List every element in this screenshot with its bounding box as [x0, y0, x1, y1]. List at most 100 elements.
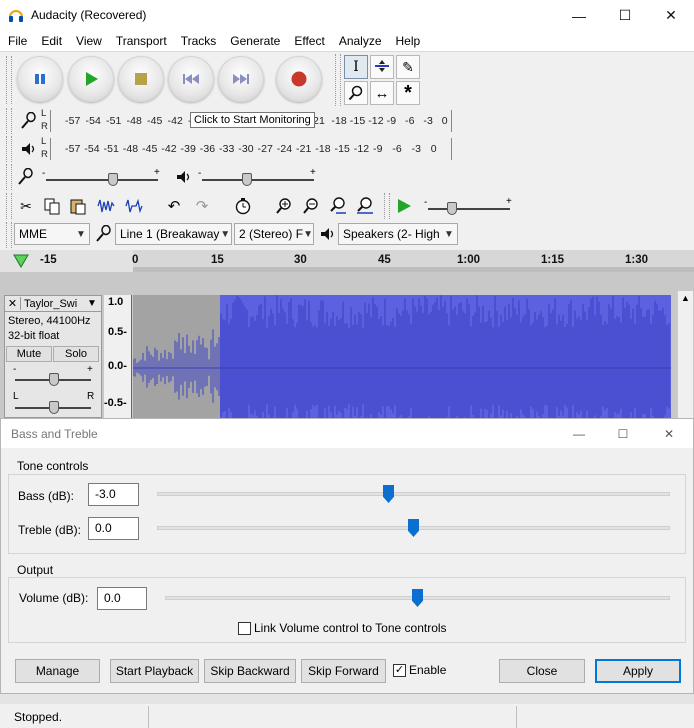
timeline-ruler[interactable]: -15 0 15 30 45 1:00 1:15 1:30: [0, 250, 694, 272]
slider-thumb[interactable]: [49, 401, 59, 414]
skip-to-end-button[interactable]: [218, 56, 264, 102]
record-button[interactable]: [276, 56, 322, 102]
slider-thumb[interactable]: [447, 202, 457, 215]
skip-backward-button[interactable]: Skip Backward: [204, 659, 296, 683]
link-volume-checkbox[interactable]: [238, 622, 251, 635]
track-format: Stereo, 44100Hz: [8, 315, 91, 327]
fit-project-button[interactable]: [353, 195, 377, 217]
apply-button[interactable]: Apply: [595, 659, 681, 683]
playback-volume-slider[interactable]: - +: [198, 167, 318, 188]
cut-button[interactable]: ✂: [14, 195, 38, 217]
zoom-tool-button[interactable]: [344, 81, 368, 105]
slider-thumb[interactable]: [412, 589, 423, 607]
bass-slider[interactable]: [157, 483, 670, 505]
slider-thumb[interactable]: [242, 173, 252, 186]
sync-lock-button[interactable]: [231, 195, 255, 217]
menu-effect[interactable]: Effect: [287, 34, 331, 48]
recording-volume-icon-button: [14, 166, 38, 188]
trim-audio-button[interactable]: [94, 195, 118, 217]
recording-channels-select[interactable]: 2 (Stereo) F ▼: [234, 223, 314, 245]
menu-view[interactable]: View: [69, 34, 109, 48]
toolbar-grip[interactable]: [6, 164, 12, 190]
solo-button[interactable]: Solo: [53, 346, 99, 362]
menu-tracks[interactable]: Tracks: [174, 34, 224, 48]
treble-input[interactable]: 0.0: [88, 517, 139, 540]
dialog-maximize-button[interactable]: ☐: [601, 419, 645, 448]
track-pan-slider[interactable]: L R: [13, 391, 95, 414]
audio-host-select[interactable]: MME ▼: [14, 223, 90, 245]
mute-button[interactable]: Mute: [6, 346, 52, 362]
slider-thumb[interactable]: [383, 485, 394, 503]
minimize-button[interactable]: —: [556, 0, 602, 31]
playback-meter-button[interactable]: [17, 138, 41, 160]
dialog-close-button[interactable]: ✕: [647, 419, 691, 448]
slider-thumb[interactable]: [108, 173, 118, 186]
play-speed-slider[interactable]: - +: [424, 196, 514, 217]
zoom-in-button[interactable]: [272, 195, 296, 217]
skip-to-end-icon: [233, 74, 249, 84]
zoom-in-icon: [276, 198, 291, 214]
volume-input[interactable]: 0.0: [97, 587, 147, 610]
toolbar-grip[interactable]: [6, 108, 12, 134]
volume-slider[interactable]: [165, 587, 670, 609]
enable-checkbox[interactable]: ✓: [393, 664, 406, 677]
vertical-scrollbar[interactable]: ▲: [677, 291, 693, 418]
draw-tool-button[interactable]: ✎: [396, 55, 420, 79]
playback-device-select[interactable]: Speakers (2- High ▼: [338, 223, 458, 245]
multi-tool-button[interactable]: *: [396, 81, 420, 105]
play-at-speed-button[interactable]: [392, 195, 416, 217]
time-shift-tool-button[interactable]: ↔: [370, 81, 394, 105]
menu-generate[interactable]: Generate: [223, 34, 287, 48]
slider-thumb[interactable]: [408, 519, 419, 537]
play-button[interactable]: [68, 56, 114, 102]
skip-to-start-button[interactable]: [168, 56, 214, 102]
recording-device-select[interactable]: Line 1 (Breakaway ▼: [115, 223, 232, 245]
selection-tool-button[interactable]: I: [344, 55, 368, 79]
silence-audio-button[interactable]: [122, 195, 146, 217]
toolbar-grip[interactable]: [6, 222, 12, 248]
pencil-icon: ✎: [402, 58, 414, 75]
toolbar-grip[interactable]: [6, 136, 12, 162]
redo-button[interactable]: ↷: [190, 195, 214, 217]
track-name-menu[interactable]: Taylor_Swi: [21, 298, 87, 310]
menu-analyze[interactable]: Analyze: [332, 34, 389, 48]
chevron-down-icon: ▼: [303, 228, 313, 240]
menu-edit[interactable]: Edit: [34, 34, 69, 48]
close-button[interactable]: ✕: [648, 0, 694, 31]
toolbar-grip[interactable]: [6, 193, 12, 219]
treble-slider[interactable]: [157, 517, 670, 539]
toolbar-grip[interactable]: [384, 193, 390, 219]
toolbar-grip[interactable]: [6, 56, 12, 104]
bass-input[interactable]: -3.0: [88, 483, 139, 506]
dialog-minimize-button[interactable]: —: [557, 419, 601, 448]
skip-forward-button[interactable]: Skip Forward: [301, 659, 386, 683]
track-gain-slider[interactable]: - +: [13, 364, 95, 386]
toolbar-grip[interactable]: [335, 54, 341, 106]
start-playback-button[interactable]: Start Playback: [110, 659, 199, 683]
menu-transport[interactable]: Transport: [109, 34, 174, 48]
slider-thumb[interactable]: [49, 373, 59, 386]
menu-help[interactable]: Help: [389, 34, 428, 48]
menu-file[interactable]: File: [0, 34, 34, 48]
manage-button[interactable]: Manage: [15, 659, 100, 683]
track-close-button[interactable]: ✕: [5, 297, 21, 310]
playback-meter[interactable]: -57 -54 -51 -48 -45 -42 -39 -36 -33 -30 -27 -24 -21-…: [50, 138, 452, 160]
pause-button[interactable]: [17, 56, 63, 102]
paste-button[interactable]: [66, 195, 90, 217]
envelope-tool-button[interactable]: [370, 55, 394, 79]
undo-button[interactable]: ↶: [162, 195, 186, 217]
copy-icon: [44, 198, 60, 215]
waveform[interactable]: [133, 295, 671, 418]
recording-volume-slider[interactable]: - +: [42, 167, 162, 188]
zoom-out-button[interactable]: [299, 195, 323, 217]
fit-selection-icon: [330, 197, 346, 214]
play-icon: [398, 199, 411, 213]
close-dialog-button[interactable]: Close: [499, 659, 585, 683]
meter-tick-label: -9: [386, 115, 397, 127]
maximize-button[interactable]: ☐: [602, 0, 648, 31]
fit-selection-button[interactable]: [326, 195, 350, 217]
stop-button[interactable]: [118, 56, 164, 102]
copy-button[interactable]: [40, 195, 64, 217]
chevron-up-icon[interactable]: ▲: [681, 293, 690, 303]
record-meter-button[interactable]: [17, 110, 41, 132]
